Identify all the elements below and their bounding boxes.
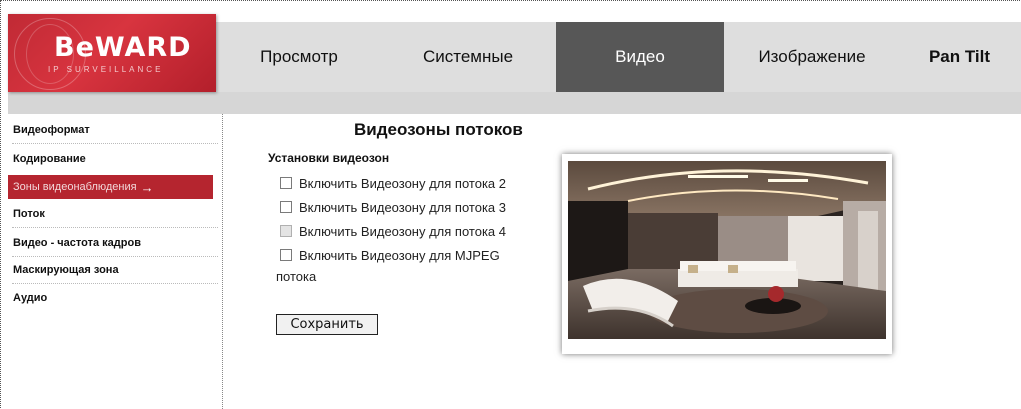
camera-preview-image bbox=[568, 161, 886, 339]
sidebar-divider bbox=[12, 227, 218, 228]
logo-brand-text: BeWARD bbox=[54, 32, 192, 63]
sidebar-item-label: Кодирование bbox=[13, 153, 86, 165]
tab-video[interactable]: Видео bbox=[556, 22, 724, 92]
sidebar: Видеоформат Кодирование Зоны видеонаблюд… bbox=[8, 114, 223, 409]
sidebar-item-label: Маскирующая зона bbox=[13, 264, 119, 276]
beward-logo[interactable]: BeWARD IP SURVEILLANCE bbox=[8, 14, 216, 92]
arrow-right-icon: → bbox=[140, 179, 154, 195]
option-label: Включить Видеозону для потока 2 bbox=[299, 176, 506, 191]
option-zone-stream-3[interactable]: Включить Видеозону для потока 3 bbox=[280, 200, 506, 215]
sidebar-item-label: Видео - частота кадров bbox=[13, 237, 141, 249]
option-label: Включить Видеозону для MJPEG bbox=[299, 248, 500, 263]
option-label: Включить Видеозону для потока 4 bbox=[299, 224, 506, 239]
option-label-continued: потока bbox=[276, 269, 317, 284]
sidebar-item-audio[interactable]: Аудио bbox=[8, 286, 213, 310]
section-title: Установки видеозон bbox=[268, 151, 390, 165]
tab-pan-tilt[interactable]: Pan Tilt bbox=[898, 22, 1021, 92]
sidebar-item-video-format[interactable]: Видеоформат bbox=[8, 118, 213, 142]
option-label: Включить Видеозону для потока 3 bbox=[299, 200, 506, 215]
checkbox-stream-4[interactable] bbox=[280, 225, 292, 237]
sidebar-item-frame-rate[interactable]: Видео - частота кадров bbox=[8, 231, 213, 255]
save-button[interactable]: Сохранить bbox=[276, 314, 378, 335]
sidebar-item-video-zones[interactable]: Зоны видеонаблюдения → bbox=[8, 175, 213, 199]
sidebar-item-encoding[interactable]: Кодирование bbox=[8, 147, 213, 171]
camera-preview bbox=[562, 154, 892, 354]
sidebar-divider bbox=[12, 256, 218, 257]
sidebar-item-label: Зоны видеонаблюдения bbox=[13, 181, 137, 193]
option-zone-mjpeg[interactable]: Включить Видеозону для MJPEG bbox=[280, 248, 500, 263]
sidebar-item-privacy-mask[interactable]: Маскирующая зона bbox=[8, 258, 213, 282]
sidebar-divider bbox=[12, 143, 218, 144]
tab-preview[interactable]: Просмотр bbox=[216, 22, 382, 92]
option-zone-stream-4[interactable]: Включить Видеозону для потока 4 bbox=[280, 224, 506, 239]
sidebar-item-label: Видеоформат bbox=[13, 124, 90, 136]
tab-image[interactable]: Изображение bbox=[726, 22, 898, 92]
checkbox-mjpeg[interactable] bbox=[280, 249, 292, 261]
header-subbar bbox=[8, 92, 1021, 114]
option-zone-stream-2[interactable]: Включить Видеозону для потока 2 bbox=[280, 176, 506, 191]
page-title: Видеозоны потоков bbox=[354, 120, 523, 139]
tab-system[interactable]: Системные bbox=[382, 22, 554, 92]
sidebar-item-label: Поток bbox=[13, 208, 45, 220]
checkbox-stream-3[interactable] bbox=[280, 201, 292, 213]
checkbox-stream-2[interactable] bbox=[280, 177, 292, 189]
logo-tagline: IP SURVEILLANCE bbox=[48, 65, 164, 74]
sidebar-item-label: Аудио bbox=[13, 292, 48, 304]
sidebar-item-stream[interactable]: Поток bbox=[8, 202, 213, 226]
sidebar-divider bbox=[12, 283, 218, 284]
